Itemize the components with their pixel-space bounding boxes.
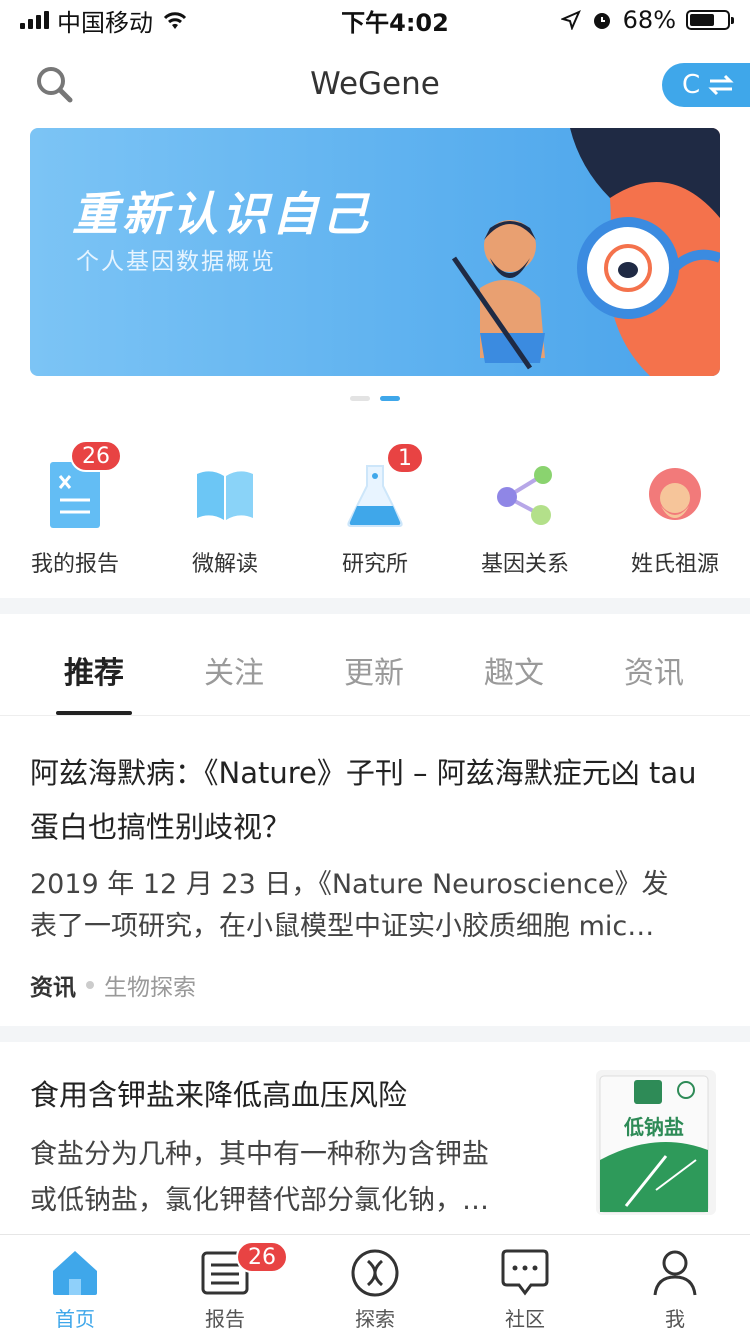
feed-tabs: 推荐 关注 更新 趣文 资讯 — [0, 616, 750, 716]
tabbar-explore[interactable]: 探索 — [300, 1235, 450, 1334]
quick-item-gene-relations[interactable]: 基因关系 — [450, 438, 600, 588]
pagination-dot[interactable] — [350, 396, 370, 401]
share-network-icon — [485, 450, 565, 540]
section-divider — [0, 1026, 750, 1042]
book-icon — [185, 450, 265, 540]
banner-title: 重新认识自己 — [72, 187, 372, 241]
signal-icon — [20, 11, 49, 29]
wifi-icon — [163, 12, 187, 29]
tab-following[interactable]: 关注 — [164, 616, 304, 715]
tabbar-label: 我 — [665, 1307, 685, 1331]
tabbar-label: 首页 — [55, 1307, 95, 1331]
bottom-tab-bar: 首页 26 报告 探索 社区 我 — [0, 1234, 750, 1334]
tabbar-report[interactable]: 26 报告 — [150, 1235, 300, 1334]
quick-item-label: 我的报告 — [30, 552, 119, 577]
article-card[interactable]: 阿兹海默病：《Nature》子刊 – 阿兹海默症元凶 tau 蛋白也搞性别歧视？… — [30, 746, 720, 1002]
ancestor-face-icon — [635, 450, 715, 540]
thumbnail-text: 低钠盐 — [623, 1115, 684, 1139]
tabbar-label: 报告 — [205, 1307, 245, 1331]
swap-arrows-icon — [708, 74, 734, 96]
reports-badge: 26 — [70, 440, 122, 472]
quick-item-label: 基因关系 — [480, 552, 569, 577]
quick-item-label: 研究所 — [341, 552, 408, 577]
user-icon — [653, 1250, 697, 1296]
article-thumbnail[interactable]: 低钠盐 — [596, 1070, 716, 1215]
tab-updates[interactable]: 更新 — [304, 616, 444, 715]
battery-percent: 68% — [622, 6, 676, 34]
switch-account-button[interactable]: C — [662, 63, 750, 107]
tab-fun[interactable]: 趣文 — [444, 616, 584, 715]
quick-item-my-reports[interactable]: 26 我的报告 — [0, 438, 150, 588]
article-summary-line: 食盐分为几种，其中有一种称为含钾盐 — [30, 1139, 489, 1170]
home-icon — [53, 1251, 97, 1295]
tabbar-me[interactable]: 我 — [600, 1235, 750, 1334]
report-tab-badge: 26 — [236, 1241, 288, 1273]
quick-item-research[interactable]: 1 研究所 — [300, 438, 450, 588]
app-header: WeGene C — [0, 48, 750, 120]
article-summary-line: 2019 年 12 月 23 日，《Nature Neuroscience》发 — [30, 869, 669, 900]
tabbar-home[interactable]: 首页 — [0, 1235, 150, 1334]
app-title: WeGene — [310, 66, 440, 102]
meta-separator — [86, 981, 94, 989]
status-right: 68% — [470, 6, 734, 34]
banner-subtitle: 个人基因数据概览 — [76, 249, 276, 275]
chat-bubble-icon — [501, 1249, 549, 1296]
salt-package-image: 低钠盐 — [599, 1075, 709, 1213]
alarm-icon — [593, 13, 610, 29]
tabbar-label: 探索 — [355, 1307, 395, 1331]
pagination-dot-active[interactable] — [380, 396, 400, 401]
switch-label: C — [682, 70, 701, 100]
article-summary: 食盐分为几种，其中有一种称为含钾盐 或低钠盐，氯化钾替代部分氯化钠，… — [30, 1132, 550, 1224]
dna-explore-icon — [351, 1249, 399, 1297]
tab-recommended[interactable]: 推荐 — [24, 616, 164, 715]
article-title: 食用含钾盐来降低高血压风险 — [30, 1078, 408, 1112]
tab-news[interactable]: 资讯 — [584, 616, 724, 715]
tabbar-label: 社区 — [505, 1307, 545, 1331]
status-left: 中国移动 — [20, 3, 320, 38]
quick-access-row: 26 我的报告 微解读 1 研究所 基因关系 姓氏祖源 — [0, 438, 750, 588]
article-summary-line: 或低钠盐，氯化钾替代部分氯化钠，… — [30, 1185, 489, 1216]
status-time: 下午4:02 — [341, 8, 449, 37]
quick-item-label: 微解读 — [191, 552, 258, 577]
section-divider — [0, 598, 750, 614]
quick-item-label: 姓氏祖源 — [630, 552, 719, 577]
article-category: 资讯 — [30, 975, 76, 1001]
quick-item-surname-ancestry[interactable]: 姓氏祖源 — [600, 438, 750, 588]
article-summary-line: 表了一项研究，在小鼠模型中证实小胶质细胞 mic… — [30, 911, 655, 942]
location-arrow-icon — [560, 10, 581, 30]
article-source: 生物探索 — [104, 975, 196, 1001]
tabbar-community[interactable]: 社区 — [450, 1235, 600, 1334]
promo-banner[interactable]: 重新认识自己 个人基因数据概览 — [30, 128, 720, 376]
article-meta: 资讯 生物探索 — [30, 968, 720, 1002]
battery-icon — [686, 10, 734, 30]
article-card[interactable]: 食用含钾盐来降低高血压风险 食盐分为几种，其中有一种称为含钾盐 或低钠盐，氯化钾… — [30, 1070, 550, 1224]
research-badge: 1 — [386, 442, 424, 474]
status-bar: 中国移动 下午4:02 68% — [0, 0, 750, 40]
banner-pagination — [0, 396, 750, 401]
article-title: 阿兹海默病：《Nature》子刊 – 阿兹海默症元凶 tau 蛋白也搞性别歧视？ — [30, 756, 697, 844]
article-summary: 2019 年 12 月 23 日，《Nature Neuroscience》发 … — [30, 864, 720, 948]
banner-illustration — [451, 128, 720, 376]
carrier-name: 中国移动 — [57, 8, 153, 37]
quick-item-micro-interpret[interactable]: 微解读 — [150, 438, 300, 588]
